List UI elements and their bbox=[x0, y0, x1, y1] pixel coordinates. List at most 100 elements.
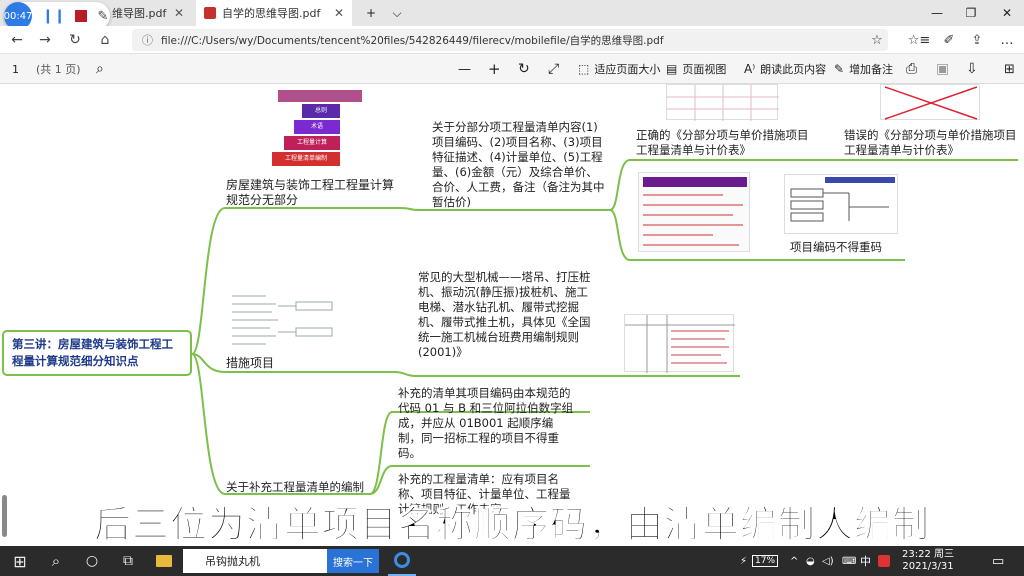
edge-taskbar-icon[interactable] bbox=[388, 546, 416, 576]
save-as-icon[interactable]: ⇩ bbox=[966, 58, 978, 80]
pause-icon[interactable]: ❙❙ bbox=[42, 8, 65, 24]
search-icon[interactable]: ⌕ bbox=[42, 546, 70, 576]
code-rule-label: 项目编码不得重码 bbox=[790, 240, 882, 254]
page-view-label: 页面视图 bbox=[682, 63, 727, 76]
save-icon[interactable]: ▣ bbox=[936, 58, 949, 80]
page-number-input[interactable]: 1 bbox=[12, 58, 19, 80]
fit-icon[interactable]: ⤢ bbox=[548, 58, 559, 80]
cross-out-graphic bbox=[884, 86, 978, 120]
app-tray-icon[interactable] bbox=[878, 546, 890, 576]
search-icon[interactable]: ⌕ bbox=[96, 58, 104, 80]
more-icon[interactable]: … bbox=[996, 31, 1018, 49]
cortana-icon[interactable]: ○ bbox=[78, 546, 106, 576]
code-rule-header-bar bbox=[643, 177, 747, 187]
pyramid-level: 工程量计算 bbox=[284, 136, 340, 150]
page-view-button[interactable]: ▤ 页面视图 bbox=[666, 58, 726, 80]
add-note-icon: ✎ bbox=[834, 62, 845, 76]
restore-button[interactable]: ❐ bbox=[954, 0, 988, 26]
file-explorer-icon[interactable] bbox=[150, 546, 178, 576]
machinery-table-thumbnail bbox=[624, 314, 735, 373]
tab-inactive[interactable]: 维导图.pdf ✕ bbox=[104, 0, 192, 26]
start-icon[interactable]: ⊞ bbox=[6, 546, 34, 576]
table-grid-graphic bbox=[667, 85, 779, 121]
favorite-star-icon[interactable]: ☆ bbox=[866, 31, 888, 49]
favorites-bar-icon[interactable]: ☆≡ bbox=[908, 31, 931, 49]
rotate-icon[interactable]: ↻ bbox=[518, 58, 530, 80]
minimize-button[interactable]: — bbox=[920, 0, 954, 26]
taskbar-search-button[interactable]: 搜索一下 bbox=[327, 549, 379, 573]
ime-icon[interactable]: ⌨ bbox=[842, 546, 856, 576]
back-button[interactable]: ← bbox=[6, 31, 28, 49]
folder-icon bbox=[156, 555, 172, 567]
machinery-table-graphic bbox=[625, 315, 735, 373]
home-button[interactable]: ⌂ bbox=[94, 31, 116, 49]
tab-label: 维导图.pdf bbox=[112, 7, 167, 20]
tab-active[interactable]: 自学的思维导图.pdf ✕ bbox=[196, 0, 352, 26]
taskbar-search-input[interactable]: 吊钩抛丸机 bbox=[183, 553, 327, 569]
task-view-icon[interactable]: ⧉ bbox=[114, 546, 142, 576]
fit-page-button[interactable]: ⬚ 适应页面大小 bbox=[578, 58, 660, 80]
branch3-detail1: 补充的清单其项目编码由本规范的代码 01 与 B 和三位阿拉伯数字组成，并应从 … bbox=[398, 386, 574, 460]
refresh-button[interactable]: ↻ bbox=[64, 31, 86, 49]
code-structure-thumbnail bbox=[784, 174, 898, 234]
notification-icon[interactable]: ▭ bbox=[992, 546, 1004, 576]
branch2-label: 措施项目 bbox=[226, 356, 275, 370]
branch2-detail: 常见的大型机械——塔吊、打压桩机、振动沉(静压振)拔桩机、施工电梯、潜水钻孔机、… bbox=[418, 270, 591, 359]
url-field[interactable]: ⓘ file:///C:/Users/wy/Documents/tencent%… bbox=[132, 29, 888, 51]
add-note-button[interactable]: ✎ 增加备注 bbox=[834, 58, 893, 80]
stop-icon[interactable] bbox=[75, 10, 88, 22]
code-structure-graphic bbox=[790, 188, 889, 222]
read-aloud-icon: A⁾ bbox=[744, 62, 756, 76]
branch3-label: 关于补充工程量清单的编制 bbox=[226, 480, 364, 494]
ime-language[interactable]: 中 bbox=[860, 546, 871, 576]
zoom-out-icon[interactable]: — bbox=[458, 58, 471, 80]
fit-page-label: 适应页面大小 bbox=[594, 63, 661, 76]
close-tab-icon[interactable]: ✕ bbox=[174, 6, 184, 20]
tray-arrow-icon[interactable]: ^ bbox=[790, 546, 798, 576]
pen-icon[interactable]: ✎ bbox=[97, 9, 108, 24]
video-subtitle: 后三位为清单项目名称顺序码，由清单编制人编制 bbox=[94, 503, 930, 547]
add-note-label: 增加备注 bbox=[849, 63, 894, 76]
page-total: (共 1 页) bbox=[36, 63, 81, 76]
code-structure-header bbox=[825, 177, 895, 183]
code-rule-thumbnail bbox=[638, 172, 750, 252]
wrong-table-label: 错误的《分部分项与单价措施项目工程量清单与计价表》 bbox=[844, 128, 1017, 157]
page-view-icon: ▤ bbox=[666, 62, 678, 76]
close-window-button[interactable]: ✕ bbox=[990, 0, 1024, 26]
pdf-page: 第三讲：房屋建筑与装饰工程工程量计算规范细分知识点 总则 术语 工程量计算 工程… bbox=[0, 84, 1024, 546]
network-icon[interactable]: ◒ bbox=[806, 546, 815, 576]
measures-list-graphic bbox=[232, 295, 333, 345]
correct-table-label: 正确的《分部分项与单价措施项目工程量清单与计价表》 bbox=[636, 128, 809, 157]
mindmap-root-node: 第三讲：房屋建筑与装饰工程工程量计算规范细分知识点 bbox=[2, 330, 192, 376]
read-aloud-button[interactable]: A⁾ 朗读此页内容 bbox=[744, 58, 826, 80]
forward-button[interactable]: → bbox=[34, 31, 56, 49]
pyramid-level: 工程量清单编制 bbox=[272, 152, 340, 166]
clock-time: 23:22 周三 bbox=[902, 549, 954, 560]
close-tab-icon[interactable]: ✕ bbox=[334, 6, 344, 20]
zoom-in-icon[interactable]: + bbox=[488, 58, 501, 80]
pin-toolbar-icon[interactable]: ⊞ bbox=[1004, 58, 1015, 80]
tab-menu-icon[interactable]: ⌵ bbox=[380, 0, 414, 26]
edge-icon bbox=[394, 552, 410, 568]
share-icon[interactable]: ⇪ bbox=[966, 31, 988, 49]
notes-icon[interactable]: ✐ bbox=[938, 31, 960, 49]
pyramid-level: 术语 bbox=[294, 120, 340, 134]
plug-icon: ⚡ bbox=[740, 555, 748, 567]
taskbar-search-box[interactable]: 吊钩抛丸机 搜索一下 bbox=[183, 549, 379, 573]
read-aloud-label: 朗读此页内容 bbox=[760, 63, 827, 76]
info-icon[interactable]: ⓘ bbox=[142, 32, 153, 48]
battery-indicator[interactable]: 17% bbox=[752, 546, 779, 576]
connector-branch3 bbox=[191, 353, 226, 495]
fit-page-icon: ⬚ bbox=[578, 62, 590, 76]
pdf-icon bbox=[204, 7, 216, 19]
measures-list-thumbnail bbox=[226, 292, 338, 354]
battery-percent: 17% bbox=[752, 555, 779, 567]
connector-branch1 bbox=[191, 207, 226, 355]
pyramid-level: 总则 bbox=[302, 104, 340, 118]
correct-table-thumbnail bbox=[666, 84, 779, 121]
volume-icon[interactable]: ◁) bbox=[822, 546, 834, 576]
print-icon[interactable]: ⎙ bbox=[906, 58, 917, 80]
wrong-table-thumbnail bbox=[880, 84, 980, 120]
clock[interactable]: 23:22 周三 2021/3/31 bbox=[896, 546, 960, 576]
branch1-label: 房屋建筑与装饰工程工程量计算规范分无部分 bbox=[226, 178, 395, 207]
